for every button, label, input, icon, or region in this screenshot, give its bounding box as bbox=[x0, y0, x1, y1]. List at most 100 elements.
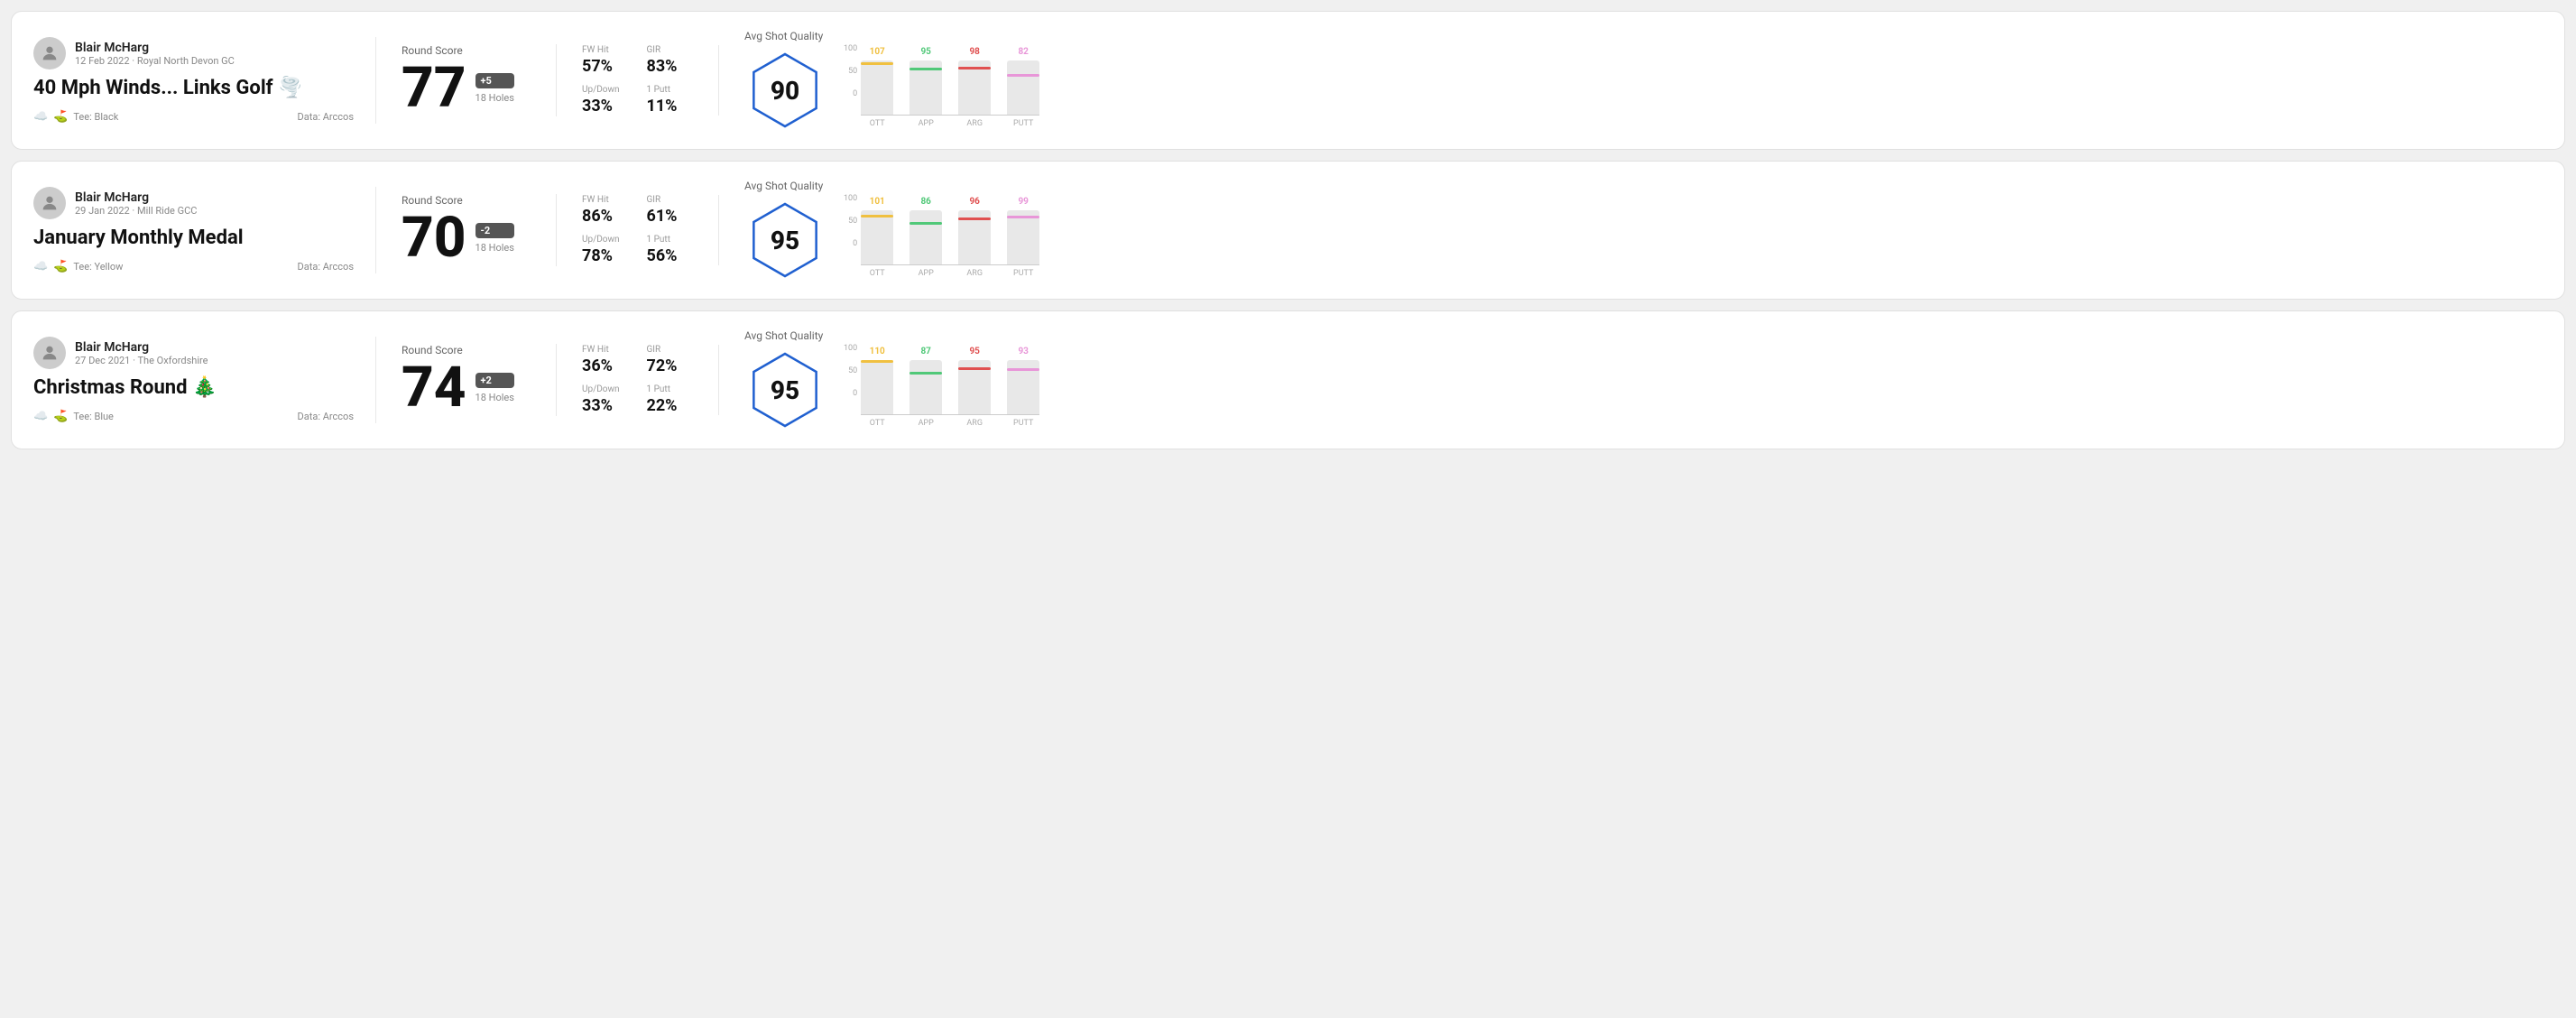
round-card: Blair McHarg 27 Dec 2021 · The Oxfordshi… bbox=[11, 310, 2565, 449]
bar-value-label: 82 bbox=[1018, 47, 1028, 57]
user-name: Blair McHarg bbox=[75, 190, 197, 205]
bar-wrapper bbox=[1007, 210, 1039, 264]
quality-chart-section: 100 50 0 107 95 bbox=[844, 33, 1039, 128]
card-stats: FW Hit 57% GIR 83% Up/Down 33% 1 Putt 11… bbox=[557, 45, 719, 116]
card-left: Blair McHarg 27 Dec 2021 · The Oxfordshi… bbox=[33, 337, 376, 423]
y-axis: 100 50 0 bbox=[844, 33, 857, 98]
chart-x-label: PUTT bbox=[1007, 269, 1039, 278]
round-title: January Monthly Medal bbox=[33, 227, 354, 249]
user-info: Blair McHarg 12 Feb 2022 · Royal North D… bbox=[75, 41, 235, 67]
chart-bars: 107 95 98 bbox=[861, 33, 1039, 115]
stat-gir: GIR 72% bbox=[647, 345, 694, 375]
score-number: 70 bbox=[402, 210, 466, 266]
bar-wrapper bbox=[1007, 60, 1039, 115]
bar-indicator bbox=[1007, 74, 1039, 77]
quality-score: 95 bbox=[771, 375, 799, 405]
card-stats: FW Hit 36% GIR 72% Up/Down 33% 1 Putt 22… bbox=[557, 345, 719, 415]
card-left: Blair McHarg 12 Feb 2022 · Royal North D… bbox=[33, 37, 376, 124]
stats-grid: FW Hit 36% GIR 72% Up/Down 33% 1 Putt 22… bbox=[582, 345, 693, 415]
chart-x-label: APP bbox=[909, 269, 942, 278]
quality-chart-section: 100 50 0 101 86 bbox=[844, 183, 1039, 278]
bar-indicator bbox=[861, 215, 893, 217]
bar-wrapper bbox=[1007, 360, 1039, 414]
user-info: Blair McHarg 27 Dec 2021 · The Oxfordshi… bbox=[75, 340, 208, 366]
tee-label: Tee: Black bbox=[73, 111, 118, 123]
bar-wrapper bbox=[861, 210, 893, 264]
bar-indicator bbox=[958, 217, 991, 220]
bar-group: 99 bbox=[1007, 197, 1039, 264]
bar-wrapper bbox=[958, 210, 991, 264]
score-holes: 18 Holes bbox=[475, 92, 514, 104]
stat-one-putt: 1 Putt 22% bbox=[647, 384, 694, 415]
chart-x-label: ARG bbox=[958, 269, 991, 278]
bar-bg bbox=[909, 222, 942, 264]
bar-indicator bbox=[861, 360, 893, 363]
tee-info: ☁️ ⛳ Tee: Yellow bbox=[33, 260, 123, 273]
chart-x-label: PUTT bbox=[1007, 119, 1039, 128]
card-score: Round Score 70 -2 18 Holes bbox=[376, 194, 557, 266]
chart-x-label: APP bbox=[909, 119, 942, 128]
quality-left: Avg Shot Quality 95 bbox=[744, 180, 826, 281]
stat-fw-hit-label: FW Hit bbox=[582, 45, 629, 55]
stat-updown: Up/Down 33% bbox=[582, 384, 629, 415]
user-date: 29 Jan 2022 · Mill Ride GCC bbox=[75, 205, 197, 217]
bar-bg bbox=[958, 217, 991, 264]
score-badge: +5 bbox=[475, 73, 514, 88]
score-main: 74 +2 18 Holes bbox=[402, 360, 531, 416]
data-source: Data: Arccos bbox=[298, 411, 354, 422]
quality-score: 95 bbox=[771, 226, 799, 255]
user-icon bbox=[40, 343, 60, 363]
score-main: 77 +5 18 Holes bbox=[402, 60, 531, 116]
stat-gir-value: 61% bbox=[647, 207, 694, 226]
stat-one-putt-label: 1 Putt bbox=[647, 235, 694, 245]
data-source: Data: Arccos bbox=[298, 261, 354, 273]
tee-info: ☁️ ⛳ Tee: Blue bbox=[33, 410, 114, 423]
stats-grid: FW Hit 57% GIR 83% Up/Down 33% 1 Putt 11… bbox=[582, 45, 693, 116]
bar-indicator bbox=[1007, 216, 1039, 218]
score-main: 70 -2 18 Holes bbox=[402, 210, 531, 266]
round-card: Blair McHarg 12 Feb 2022 · Royal North D… bbox=[11, 11, 2565, 150]
flag-icon: ⛳ bbox=[53, 110, 68, 124]
stat-updown-value: 78% bbox=[582, 246, 629, 265]
stat-updown: Up/Down 78% bbox=[582, 235, 629, 265]
card-score: Round Score 77 +5 18 Holes bbox=[376, 44, 557, 116]
flag-icon: ⛳ bbox=[53, 410, 68, 423]
bar-group: 82 bbox=[1007, 47, 1039, 115]
stat-gir-label: GIR bbox=[647, 195, 694, 205]
user-row: Blair McHarg 27 Dec 2021 · The Oxfordshi… bbox=[33, 337, 354, 369]
y-label-50: 50 bbox=[844, 366, 857, 375]
score-holes: 18 Holes bbox=[475, 242, 514, 254]
stat-gir: GIR 61% bbox=[647, 195, 694, 226]
stat-one-putt-value: 56% bbox=[647, 246, 694, 265]
bar-group: 101 bbox=[861, 197, 893, 264]
bar-indicator bbox=[1007, 368, 1039, 371]
stat-updown-value: 33% bbox=[582, 97, 629, 116]
stat-gir-label: GIR bbox=[647, 45, 694, 55]
round-title: 40 Mph Winds... Links Golf 🌪️ bbox=[33, 77, 354, 99]
bar-indicator bbox=[861, 62, 893, 65]
stat-fw-hit: FW Hit 57% bbox=[582, 45, 629, 76]
bar-bg bbox=[1007, 368, 1039, 414]
bar-wrapper bbox=[909, 60, 942, 115]
avatar bbox=[33, 37, 66, 69]
bar-group: 96 bbox=[958, 197, 991, 264]
bar-group: 110 bbox=[861, 347, 893, 414]
chart-axis-line bbox=[861, 264, 1039, 265]
stat-updown: Up/Down 33% bbox=[582, 85, 629, 116]
stat-fw-hit-label: FW Hit bbox=[582, 345, 629, 355]
chart-x-label: OTT bbox=[861, 419, 893, 428]
bar-indicator bbox=[958, 367, 991, 370]
quality-label: Avg Shot Quality bbox=[744, 180, 823, 192]
quality-label: Avg Shot Quality bbox=[744, 329, 823, 342]
bar-value-label: 101 bbox=[870, 197, 885, 207]
stat-updown-value: 33% bbox=[582, 396, 629, 415]
card-left: Blair McHarg 29 Jan 2022 · Mill Ride GCC… bbox=[33, 187, 376, 273]
stat-fw-hit-label: FW Hit bbox=[582, 195, 629, 205]
bar-indicator bbox=[909, 222, 942, 225]
card-footer: ☁️ ⛳ Tee: Blue Data: Arccos bbox=[33, 410, 354, 423]
bar-wrapper bbox=[958, 60, 991, 115]
bar-bg bbox=[909, 372, 942, 414]
user-date: 27 Dec 2021 · The Oxfordshire bbox=[75, 355, 208, 366]
chart-with-y: 100 50 0 110 87 bbox=[844, 333, 1039, 428]
quality-chart-section: 100 50 0 110 87 bbox=[844, 333, 1039, 428]
